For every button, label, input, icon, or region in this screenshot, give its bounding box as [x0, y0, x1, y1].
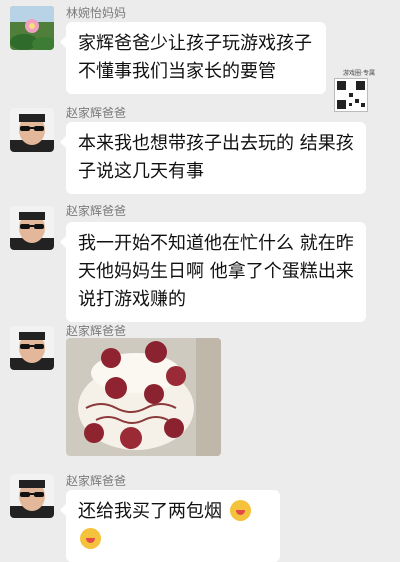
sender-name: 赵家辉爸爸 [66, 204, 127, 218]
sender-name: 林婉怡妈妈 [66, 6, 127, 20]
avatar-man[interactable] [10, 108, 54, 152]
wink-tongue-emoji-icon [80, 528, 101, 549]
sender-name: 赵家辉爸爸 [66, 106, 127, 120]
man-sunglasses-avatar-icon [10, 474, 54, 518]
man-sunglasses-avatar-icon [10, 206, 54, 250]
message-text: 还给我买了两包烟 [78, 501, 222, 522]
message-bubble[interactable]: 我一开始不知道他在忙什么 就在昨天他妈妈生日啊 他拿了个蛋糕出来说打游戏赚的 [60, 222, 366, 322]
sender-name: 赵家辉爸爸 [66, 324, 127, 338]
message-bubble[interactable]: 本来我也想带孩子出去玩的 结果孩子说这几天有事 [60, 122, 366, 194]
cake-image [66, 338, 221, 456]
avatar-man[interactable] [10, 326, 54, 370]
qr-code-icon [334, 78, 368, 112]
message-text: 我一开始不知道他在忙什么 就在昨天他妈妈生日啊 他拿了个蛋糕出来说打游戏赚的 [78, 233, 354, 310]
wink-tongue-emoji-icon [229, 500, 251, 521]
message-bubble[interactable]: 还给我买了两包烟 [60, 490, 280, 562]
avatar-lotus[interactable] [10, 6, 54, 50]
avatar-man[interactable] [10, 206, 54, 250]
lotus-avatar-icon [10, 6, 54, 50]
message-text: 家辉爸爸少让孩子玩游戏孩子不懂事我们当家长的要管 [78, 33, 312, 82]
qr-code: 游戏圈·专属 [330, 68, 386, 128]
sender-name: 赵家辉爸爸 [66, 474, 127, 488]
message-text: 本来我也想带孩子出去玩的 结果孩子说这几天有事 [78, 133, 354, 182]
man-sunglasses-avatar-icon [10, 108, 54, 152]
avatar-man[interactable] [10, 474, 54, 518]
message-bubble[interactable]: 家辉爸爸少让孩子玩游戏孩子不懂事我们当家长的要管 [60, 22, 326, 94]
man-sunglasses-avatar-icon [10, 326, 54, 370]
cake-photo[interactable] [66, 338, 221, 456]
qr-label: 游戏圈·专属 [343, 70, 375, 77]
